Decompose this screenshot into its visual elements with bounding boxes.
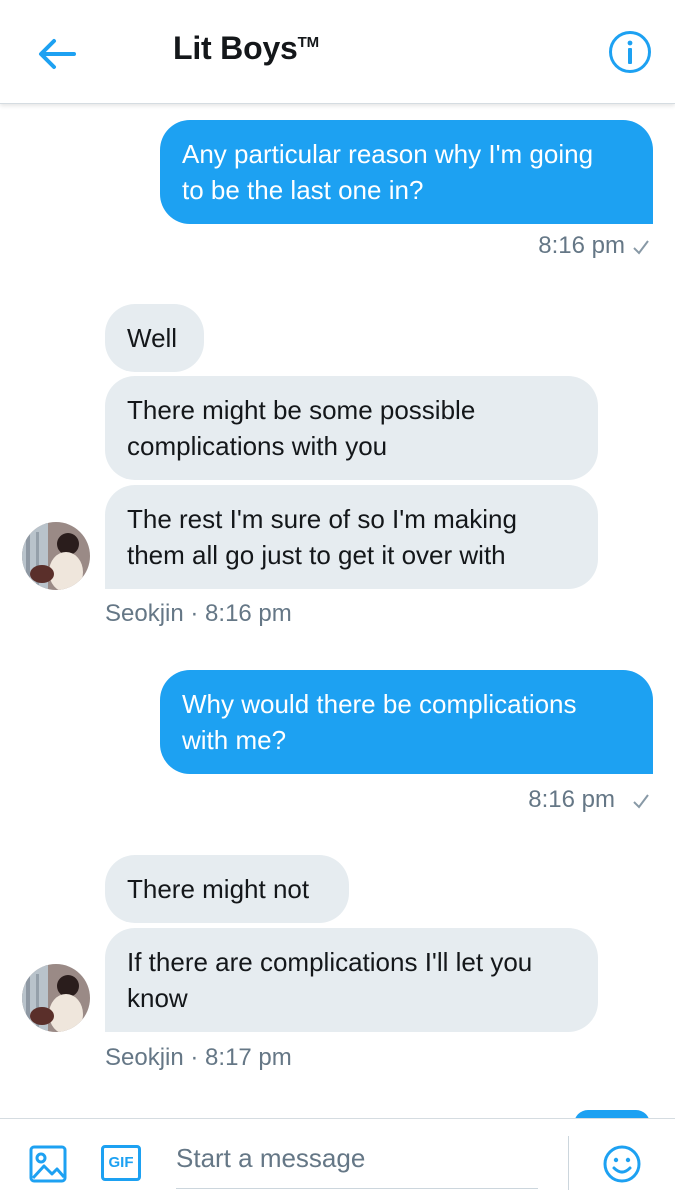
message-bubble-incoming[interactable]: Well <box>105 304 204 372</box>
message-meta: Seokjin · 8:17 pm <box>105 1044 292 1072</box>
message-text-line: complications with you <box>127 431 388 461</box>
conversation-name: Lit Boys <box>173 30 298 66</box>
gif-button[interactable]: GIF <box>101 1145 141 1181</box>
timestamp-text: 8:16 pm <box>538 232 625 259</box>
conversation-title[interactable]: Lit BoysTM <box>173 30 319 67</box>
message-text: There might not <box>127 874 310 904</box>
message-text-line: There might be some possible <box>127 395 476 425</box>
message-bubble-outgoing[interactable]: Any particular reason why I'm going to b… <box>160 120 653 224</box>
sender-name: Seokjin <box>105 1044 184 1071</box>
sent-check-icon <box>633 240 649 255</box>
emoji-icon[interactable] <box>602 1144 642 1184</box>
sender-name: Seokjin <box>105 600 184 627</box>
meta-separator: · <box>183 1044 206 1071</box>
message-timestamp: 8:16 pm <box>538 232 651 260</box>
timestamp-text: 8:16 pm <box>205 600 292 627</box>
composer-divider <box>568 1136 569 1190</box>
message-meta: Seokjin · 8:16 pm <box>105 600 292 628</box>
timestamp-text: 8:17 pm <box>205 1044 292 1071</box>
message-bubble-outgoing[interactable]: Why would there be complications with me… <box>160 670 653 774</box>
back-arrow-icon[interactable] <box>32 30 80 78</box>
avatar[interactable] <box>22 964 90 1032</box>
avatar-photo <box>22 522 90 590</box>
trademark-mark: TM <box>297 34 319 51</box>
message-text-line: Why would there be complications <box>182 689 577 719</box>
message-text-line: to be the last one in? <box>182 175 424 205</box>
message-text-line: If there are complications I'll let you <box>127 947 533 977</box>
message-text-line: with me? <box>182 725 287 755</box>
info-icon[interactable] <box>607 29 653 75</box>
message-text-line: The rest I'm sure of so I'm making <box>127 504 517 534</box>
image-icon[interactable] <box>28 1144 68 1184</box>
message-text: Well <box>127 323 178 353</box>
avatar-photo <box>22 964 90 1032</box>
gif-label: GIF <box>108 1154 134 1171</box>
message-bubble-incoming[interactable]: The rest I'm sure of so I'm making them … <box>105 485 598 589</box>
message-bubble-incoming[interactable]: If there are complications I'll let you … <box>105 928 598 1032</box>
conversation-header: Lit BoysTM <box>0 0 675 104</box>
message-bubble-incoming[interactable]: There might be some possible complicatio… <box>105 376 598 480</box>
message-text-line: them all go just to get it over with <box>127 540 506 570</box>
meta-separator: · <box>183 600 206 627</box>
message-input-placeholder: Start a message <box>176 1143 366 1173</box>
message-timestamp: 8:16 pm <box>528 786 651 814</box>
timestamp-text: 8:16 pm <box>528 786 615 813</box>
message-text-line: know <box>127 983 188 1013</box>
avatar[interactable] <box>22 522 90 590</box>
message-input[interactable]: Start a message <box>176 1136 538 1189</box>
sent-check-icon <box>633 794 649 809</box>
message-text-line: Any particular reason why I'm going <box>182 139 594 169</box>
message-bubble-incoming[interactable]: There might not <box>105 855 349 923</box>
